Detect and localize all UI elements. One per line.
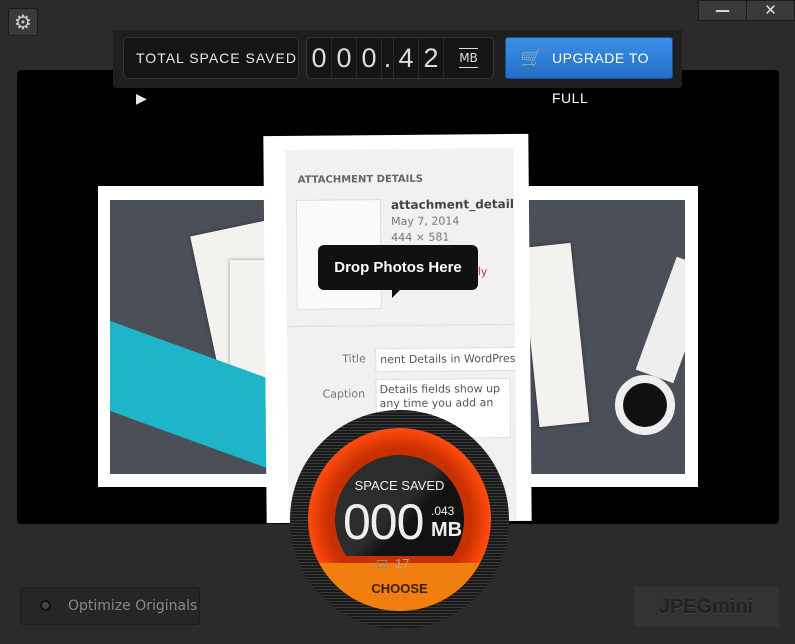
total-space-saved-button[interactable]: TOTAL SPACE SAVED ▶ <box>123 37 299 106</box>
settings-gear-icon[interactable]: ⚙ <box>8 8 38 36</box>
counter-digit: 2 <box>419 38 444 78</box>
space-saved-fraction: .043 <box>431 504 455 518</box>
space-saved-value: 000 <box>343 494 424 550</box>
space-saved-unit: MB <box>431 519 463 541</box>
counter-digit: 4 <box>394 38 419 78</box>
minimize-button[interactable]: — <box>699 1 746 20</box>
total-saved-counter: 0 0 0 . 4 2 MB <box>306 37 494 79</box>
optimize-originals-toggle[interactable]: Optimize Originals <box>20 587 200 625</box>
radio-indicator[interactable] <box>40 600 51 611</box>
close-button[interactable]: ✕ <box>746 1 794 20</box>
optimize-originals-label: Optimize Originals <box>68 598 198 614</box>
drop-photos-tooltip: Drop Photos Here <box>318 245 478 298</box>
photo-count: 17 <box>377 556 409 571</box>
image-icon <box>377 560 387 568</box>
jpegmini-logo: JPEGmini <box>634 587 778 627</box>
window-controls: — ✕ <box>698 0 795 21</box>
counter-unit: MB <box>444 38 493 78</box>
counter-digit: 0 <box>332 38 357 78</box>
counter-dot: . <box>382 38 394 78</box>
counter-digit: 0 <box>307 38 332 78</box>
space-saved-label: SPACE SAVED <box>354 478 445 493</box>
counter-digit: 0 <box>357 38 382 78</box>
cart-icon: 🛒 <box>520 48 543 68</box>
upgrade-button[interactable]: 🛒 UPGRADE TO FULL <box>505 37 673 106</box>
